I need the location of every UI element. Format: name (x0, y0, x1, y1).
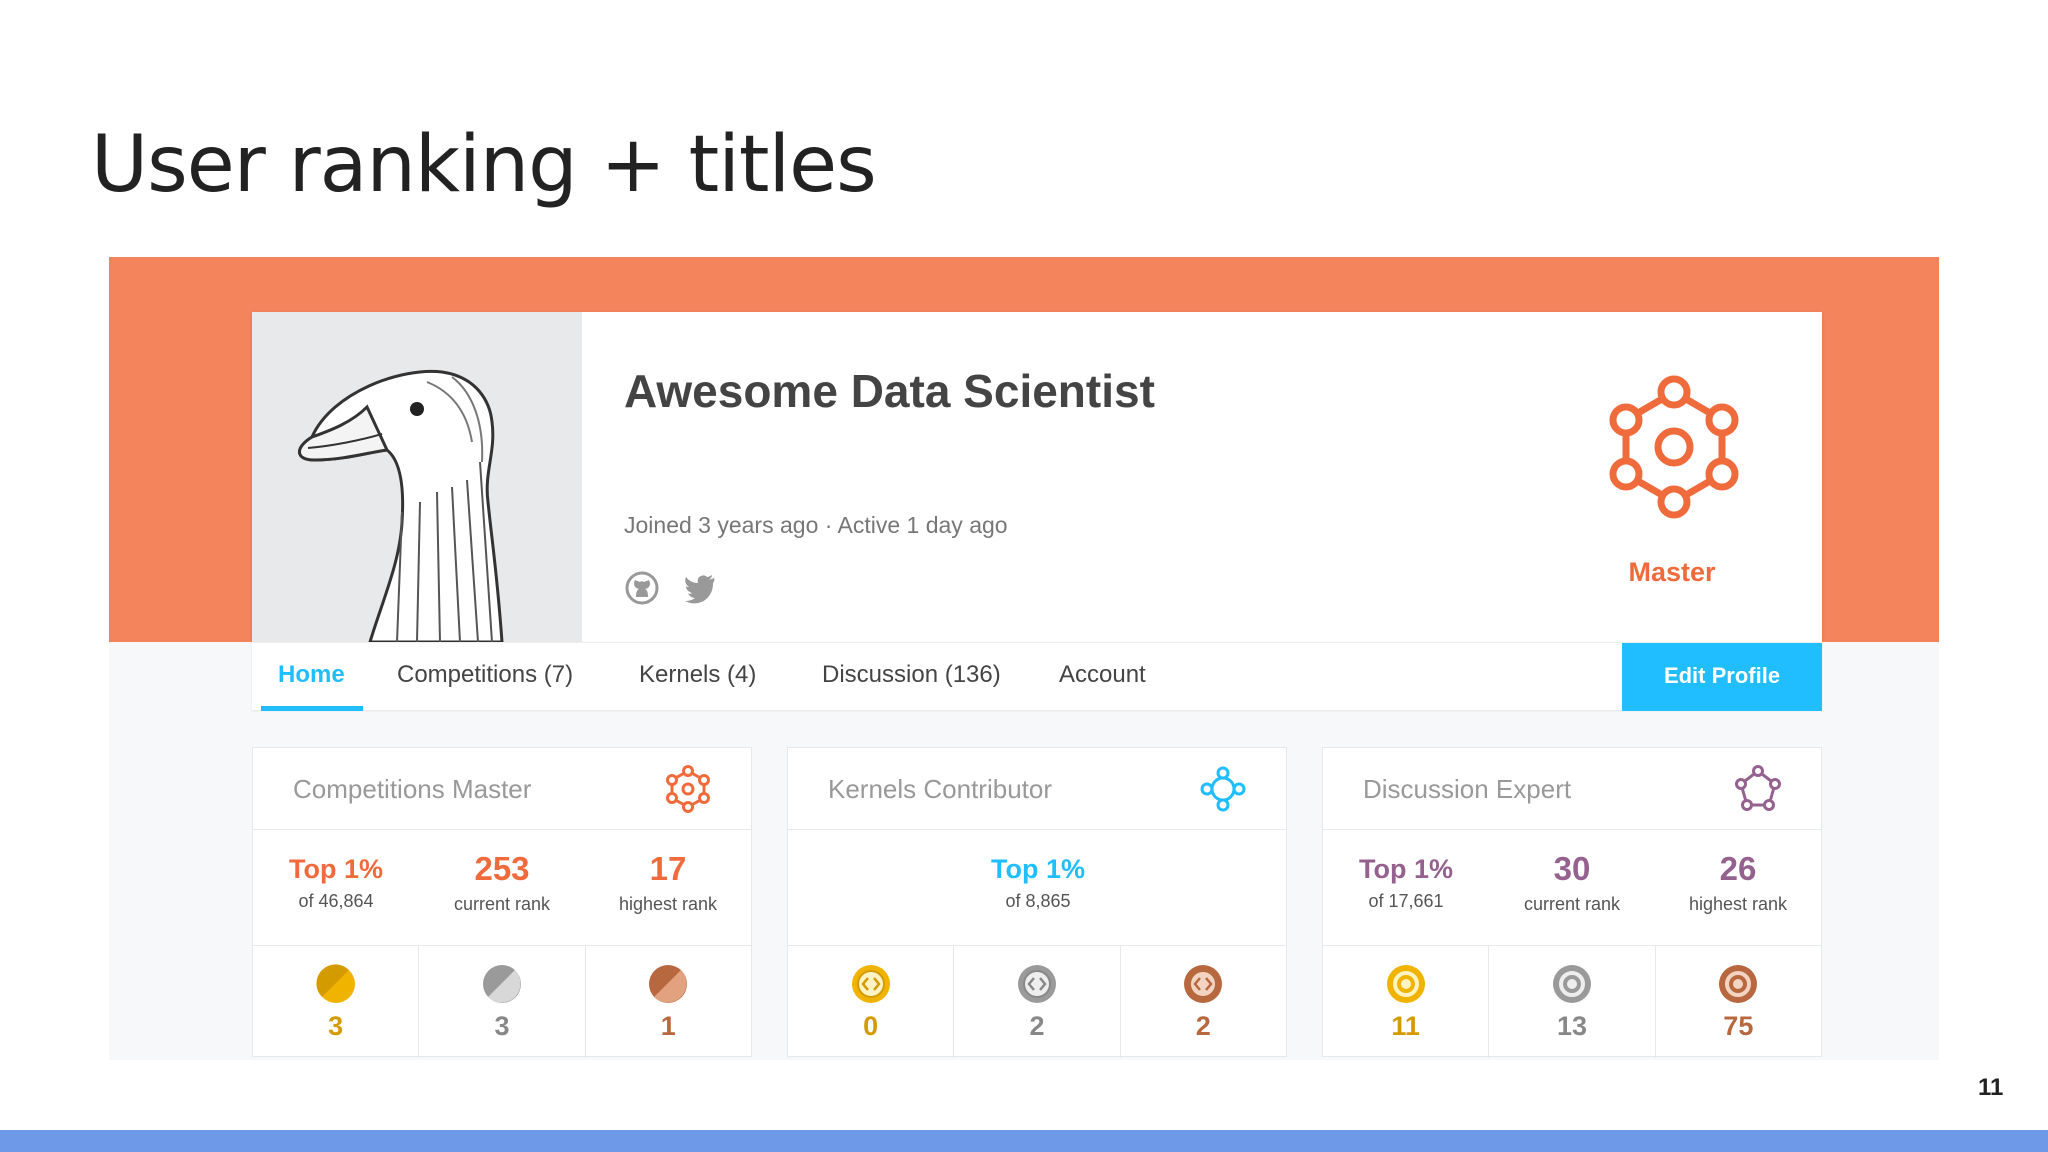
master-tier-icon (1604, 372, 1744, 522)
contributor-icon (1200, 766, 1246, 812)
highest-rank: 17 (649, 850, 687, 887)
top-percent: Top 1% (991, 854, 1085, 884)
expert-icon (1735, 765, 1781, 811)
top-percent-sub: of 46,864 (298, 891, 374, 911)
current-rank-sub: current rank (1523, 894, 1621, 914)
competitions-tier-card: Competitions Master Top 1% of 46,864 253… (252, 747, 752, 1058)
gold-code-medal-icon (851, 965, 890, 1003)
active-tab-indicator (261, 706, 363, 711)
gold-medal-icon (316, 964, 355, 1003)
tab-discussion[interactable]: Discussion (136) (822, 661, 1001, 689)
edit-profile-button[interactable]: Edit Profile (1622, 643, 1822, 711)
top-percent: Top 1% (289, 854, 383, 884)
silver-discussion-medal-icon (1552, 965, 1591, 1003)
highest-rank: 26 (1719, 850, 1757, 887)
tab-kernels[interactable]: Kernels (4) (639, 661, 756, 689)
highest-rank-sub: highest rank (618, 894, 718, 914)
bronze-count: 1 (660, 1011, 676, 1041)
highest-rank-sub: highest rank (1688, 894, 1788, 914)
profile-card: Awesome Data Scientist Joined 3 years ag… (252, 312, 1822, 642)
bronze-medal[interactable]: 1 (586, 946, 751, 1058)
tier-title: Kernels Contributor (828, 774, 1052, 804)
master-icon (666, 765, 710, 813)
current-rank: 253 (474, 850, 530, 887)
github-icon[interactable] (624, 570, 660, 606)
silver-medal[interactable]: 2 (954, 946, 1121, 1058)
silver-count: 2 (1029, 1011, 1045, 1041)
bronze-code-medal-icon (1184, 965, 1223, 1003)
discussion-tier-card: Discussion Expert Top 1% of 17,661 30 cu… (1322, 747, 1822, 1058)
medal-row: 3 3 1 (253, 946, 751, 1058)
gold-medal[interactable]: 11 (1323, 946, 1490, 1058)
avatar[interactable] (252, 312, 582, 642)
kernels-tier-card: Kernels Contributor Top 1% of 8,865 0 2 (787, 747, 1287, 1058)
footer-bar (0, 1130, 2048, 1152)
highest-rank-stat: 17 highest rank (585, 850, 751, 915)
tier-title: Discussion Expert (1363, 774, 1572, 804)
silver-medal[interactable]: 3 (419, 946, 586, 1058)
silver-medal-icon (482, 965, 521, 1003)
medal-row: 0 2 2 (788, 946, 1286, 1058)
profile-nav: Home Competitions (7) Kernels (4) Discus… (252, 642, 1822, 711)
gold-count: 0 (863, 1011, 879, 1041)
tier-header: Discussion Expert (1323, 748, 1821, 830)
top-percent-stat: Top 1% of 8,865 (955, 850, 1121, 912)
master-tier-label: Master (1628, 557, 1716, 587)
bronze-count: 2 (1195, 1011, 1211, 1041)
profile-name: Awesome Data Scientist (624, 365, 1155, 417)
silver-count: 3 (494, 1011, 510, 1041)
gold-discussion-medal-icon (1386, 965, 1425, 1003)
top-percent: Top 1% (1359, 854, 1453, 884)
profile-activity: Joined 3 years ago · Active 1 day ago (624, 512, 1008, 538)
tier-header: Kernels Contributor (788, 748, 1286, 830)
silver-code-medal-icon (1017, 965, 1056, 1003)
slide-title: User ranking + titles (91, 120, 877, 210)
tab-account[interactable]: Account (1059, 661, 1146, 689)
current-rank-stat: 30 current rank (1489, 850, 1655, 915)
twitter-icon[interactable] (682, 570, 718, 606)
tier-stats: Top 1% of 8,865 (788, 830, 1286, 946)
tier-stats: Top 1% of 17,661 30 current rank 26 high… (1323, 830, 1821, 946)
page-number: 11 (1978, 1074, 2004, 1101)
medal-row: 11 13 75 (1323, 946, 1821, 1058)
current-rank: 30 (1553, 850, 1591, 887)
gold-count: 3 (328, 1011, 344, 1041)
social-links (624, 570, 718, 606)
top-percent-stat: Top 1% of 46,864 (253, 850, 419, 912)
bronze-medal[interactable]: 75 (1656, 946, 1821, 1058)
top-percent-stat: Top 1% of 17,661 (1323, 850, 1489, 912)
gold-count: 11 (1391, 1011, 1420, 1041)
tier-stats: Top 1% of 46,864 253 current rank 17 hig… (253, 830, 751, 946)
silver-count: 13 (1556, 1011, 1588, 1041)
tier-title: Competitions Master (293, 774, 532, 804)
bronze-medal-icon (649, 965, 688, 1003)
silver-medal[interactable]: 13 (1489, 946, 1656, 1058)
tab-home[interactable]: Home (278, 661, 345, 689)
current-rank-stat: 253 current rank (419, 850, 585, 915)
top-percent-sub: of 8,865 (1005, 891, 1071, 911)
gold-medal[interactable]: 3 (253, 946, 420, 1058)
profile-screenshot: Awesome Data Scientist Joined 3 years ag… (109, 257, 1939, 1060)
current-rank-sub: current rank (453, 894, 551, 914)
tab-competitions[interactable]: Competitions (7) (397, 661, 573, 689)
bronze-count: 75 (1723, 1011, 1754, 1041)
top-percent-sub: of 17,661 (1368, 891, 1444, 911)
gold-medal[interactable]: 0 (788, 946, 955, 1058)
bronze-medal[interactable]: 2 (1121, 946, 1286, 1058)
bronze-discussion-medal-icon (1719, 965, 1758, 1003)
goose-illustration (298, 369, 504, 642)
tier-header: Competitions Master (253, 748, 751, 830)
highest-rank-stat: 26 highest rank (1655, 850, 1821, 915)
